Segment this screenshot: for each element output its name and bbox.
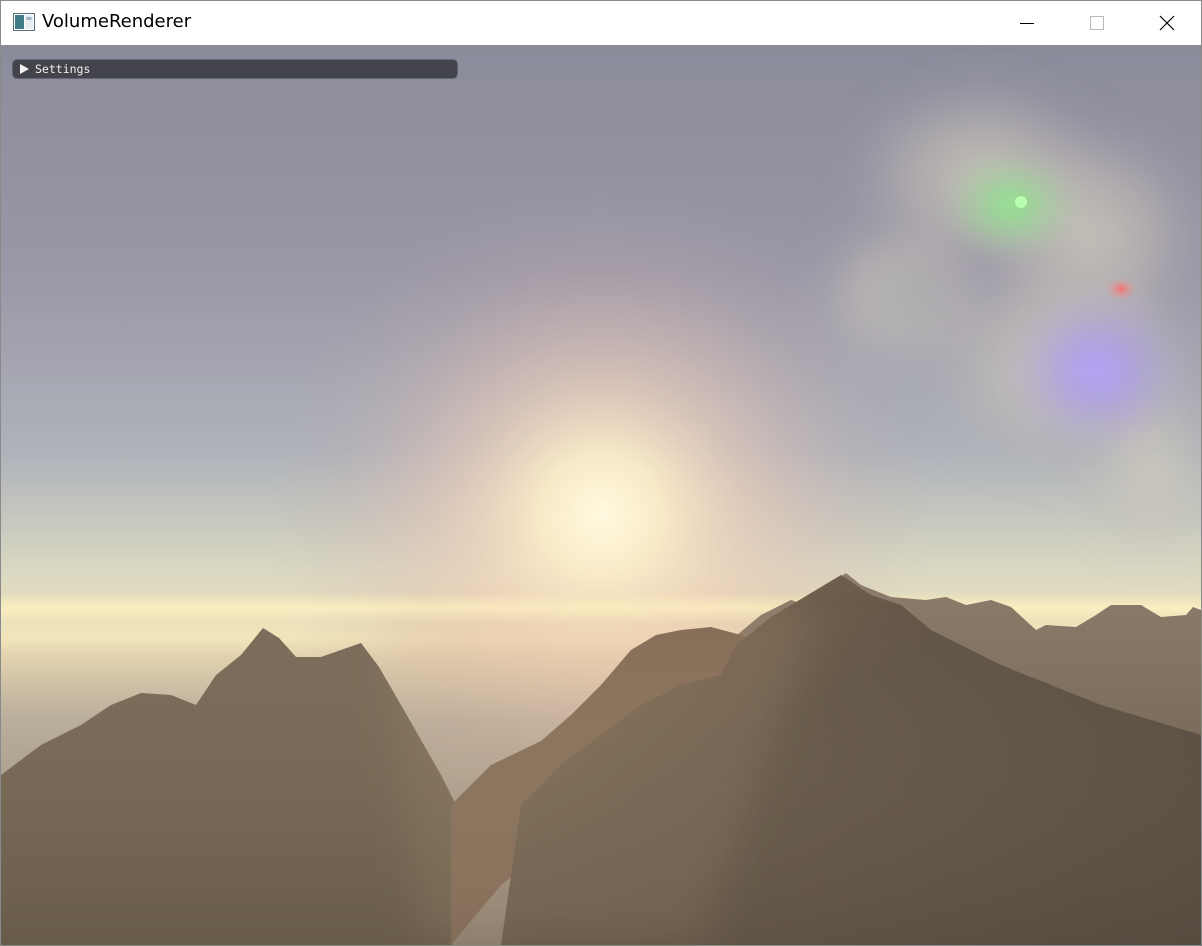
close-button[interactable] xyxy=(1132,1,1201,45)
green-light-core xyxy=(1015,196,1027,208)
scene-canvas xyxy=(1,45,1201,945)
red-light xyxy=(1105,277,1137,301)
close-icon xyxy=(1159,15,1175,31)
title-bar[interactable]: VolumeRenderer xyxy=(1,1,1201,45)
settings-label: Settings xyxy=(35,62,91,76)
blue-light xyxy=(1001,285,1191,455)
maximize-button[interactable] xyxy=(1062,1,1132,45)
settings-header[interactable]: Settings xyxy=(13,60,457,78)
render-viewport[interactable]: Settings xyxy=(1,45,1201,945)
collapse-triangle-icon xyxy=(20,64,29,74)
green-light xyxy=(941,150,1081,260)
window-title: VolumeRenderer xyxy=(42,11,192,32)
minimize-button[interactable] xyxy=(992,1,1062,45)
maximize-icon xyxy=(1090,16,1104,30)
minimize-icon xyxy=(1020,23,1034,24)
app-window-icon xyxy=(13,13,35,31)
app-window: VolumeRenderer Settings xyxy=(0,0,1202,946)
